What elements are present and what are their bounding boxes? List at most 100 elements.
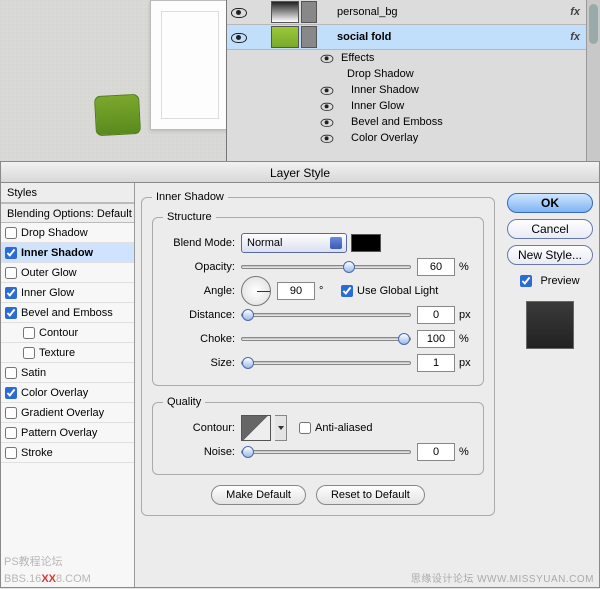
choke-slider[interactable] <box>241 337 411 341</box>
antialiased-label: Anti-aliased <box>315 422 372 434</box>
choke-label: Choke: <box>163 333 241 345</box>
drop-shadow-checkbox[interactable] <box>5 227 17 239</box>
noise-input[interactable] <box>417 443 455 461</box>
opacity-slider[interactable] <box>241 265 411 269</box>
shadow-color-swatch[interactable] <box>351 234 381 252</box>
styles-header[interactable]: Styles <box>1 183 134 203</box>
layer-row-social-fold[interactable]: social fold fx <box>227 25 600 50</box>
style-inner-glow[interactable]: Inner Glow <box>1 283 134 303</box>
inner-shadow-checkbox[interactable] <box>5 247 17 259</box>
style-satin[interactable]: Satin <box>1 363 134 383</box>
document-canvas <box>0 0 226 161</box>
style-inner-shadow[interactable]: Inner Shadow <box>1 243 134 263</box>
angle-dial[interactable] <box>241 276 271 306</box>
layer-thumbnail[interactable] <box>271 26 299 48</box>
contour-picker[interactable] <box>241 415 271 441</box>
wm-text: PS教程论坛 <box>4 556 63 568</box>
effects-heading-row[interactable]: Effects <box>227 50 600 66</box>
noise-slider[interactable] <box>241 450 411 454</box>
angle-input[interactable] <box>277 282 315 300</box>
visibility-icon[interactable] <box>321 117 334 127</box>
layer-name[interactable]: personal_bg <box>319 6 570 18</box>
wm-text: XX <box>41 573 56 585</box>
gradient-overlay-checkbox[interactable] <box>5 407 17 419</box>
style-color-overlay[interactable]: Color Overlay <box>1 383 134 403</box>
fx-badge[interactable]: fx <box>570 31 580 43</box>
fx-badge[interactable]: fx <box>570 6 580 18</box>
blend-mode-select[interactable]: Normal <box>241 233 347 253</box>
pattern-overlay-checkbox[interactable] <box>5 427 17 439</box>
visibility-icon[interactable] <box>321 53 334 63</box>
style-label: Satin <box>21 367 46 379</box>
size-slider[interactable] <box>241 361 411 365</box>
percent-unit: % <box>459 261 473 273</box>
new-style-button[interactable]: New Style... <box>507 245 593 265</box>
blending-options-item[interactable]: Blending Options: Default <box>1 203 134 223</box>
slider-thumb[interactable] <box>242 309 254 321</box>
size-input[interactable] <box>417 354 455 372</box>
effect-bevel-row[interactable]: Bevel and Emboss <box>227 114 600 130</box>
visibility-icon[interactable] <box>321 85 334 95</box>
slider-thumb[interactable] <box>242 357 254 369</box>
scrollbar-thumb[interactable] <box>589 4 598 44</box>
choke-input[interactable] <box>417 330 455 348</box>
opacity-input[interactable] <box>417 258 455 276</box>
layers-scrollbar[interactable] <box>586 0 600 161</box>
style-contour[interactable]: Contour <box>1 323 134 343</box>
style-drop-shadow[interactable]: Drop Shadow <box>1 223 134 243</box>
effect-inner-glow-row[interactable]: Inner Glow <box>227 98 600 114</box>
effect-label: Color Overlay <box>339 132 418 144</box>
angle-label: Angle: <box>163 285 241 297</box>
layer-style-dialog: Layer Style Styles Blending Options: Def… <box>0 161 600 589</box>
px-unit: px <box>459 309 473 321</box>
distance-slider[interactable] <box>241 313 411 317</box>
cancel-button[interactable]: Cancel <box>507 219 593 239</box>
size-label: Size: <box>163 357 241 369</box>
layer-thumbnail[interactable] <box>271 1 299 23</box>
layers-panel: personal_bg fx social fold fx Effects Dr… <box>226 0 600 161</box>
effect-label: Inner Glow <box>339 100 404 112</box>
style-outer-glow[interactable]: Outer Glow <box>1 263 134 283</box>
slider-thumb[interactable] <box>242 446 254 458</box>
layer-mask-thumbnail[interactable] <box>301 1 317 23</box>
noise-label: Noise: <box>163 446 241 458</box>
layer-name[interactable]: social fold <box>319 31 570 43</box>
slider-thumb[interactable] <box>398 333 410 345</box>
structure-legend: Structure <box>163 211 216 223</box>
effect-color-overlay-row[interactable]: Color Overlay <box>227 130 600 146</box>
style-label: Stroke <box>21 447 53 459</box>
style-pattern-overlay[interactable]: Pattern Overlay <box>1 423 134 443</box>
style-stroke[interactable]: Stroke <box>1 443 134 463</box>
bevel-checkbox[interactable] <box>5 307 17 319</box>
contour-dropdown-icon[interactable] <box>275 415 287 441</box>
layer-row-personal-bg[interactable]: personal_bg fx <box>227 0 600 25</box>
make-default-button[interactable]: Make Default <box>211 485 306 505</box>
texture-checkbox[interactable] <box>23 347 35 359</box>
visibility-icon[interactable] <box>231 6 247 18</box>
satin-checkbox[interactable] <box>5 367 17 379</box>
visibility-icon[interactable] <box>321 133 334 143</box>
style-gradient-overlay[interactable]: Gradient Overlay <box>1 403 134 423</box>
effect-drop-shadow-row[interactable]: Drop Shadow <box>227 66 600 82</box>
distance-input[interactable] <box>417 306 455 324</box>
color-overlay-checkbox[interactable] <box>5 387 17 399</box>
style-texture[interactable]: Texture <box>1 343 134 363</box>
preview-checkbox[interactable] <box>520 275 532 287</box>
stroke-checkbox[interactable] <box>5 447 17 459</box>
style-label: Gradient Overlay <box>21 407 104 419</box>
visibility-icon[interactable] <box>321 101 334 111</box>
slider-thumb[interactable] <box>343 261 355 273</box>
use-global-light-checkbox[interactable] <box>341 285 353 297</box>
style-bevel[interactable]: Bevel and Emboss <box>1 303 134 323</box>
style-label: Contour <box>39 327 78 339</box>
outer-glow-checkbox[interactable] <box>5 267 17 279</box>
percent-unit: % <box>459 446 473 458</box>
ok-button[interactable]: OK <box>507 193 593 213</box>
antialiased-checkbox[interactable] <box>299 422 311 434</box>
contour-checkbox[interactable] <box>23 327 35 339</box>
inner-glow-checkbox[interactable] <box>5 287 17 299</box>
reset-default-button[interactable]: Reset to Default <box>316 485 425 505</box>
layer-mask-thumbnail[interactable] <box>301 26 317 48</box>
visibility-icon[interactable] <box>231 31 247 43</box>
effect-inner-shadow-row[interactable]: Inner Shadow <box>227 82 600 98</box>
